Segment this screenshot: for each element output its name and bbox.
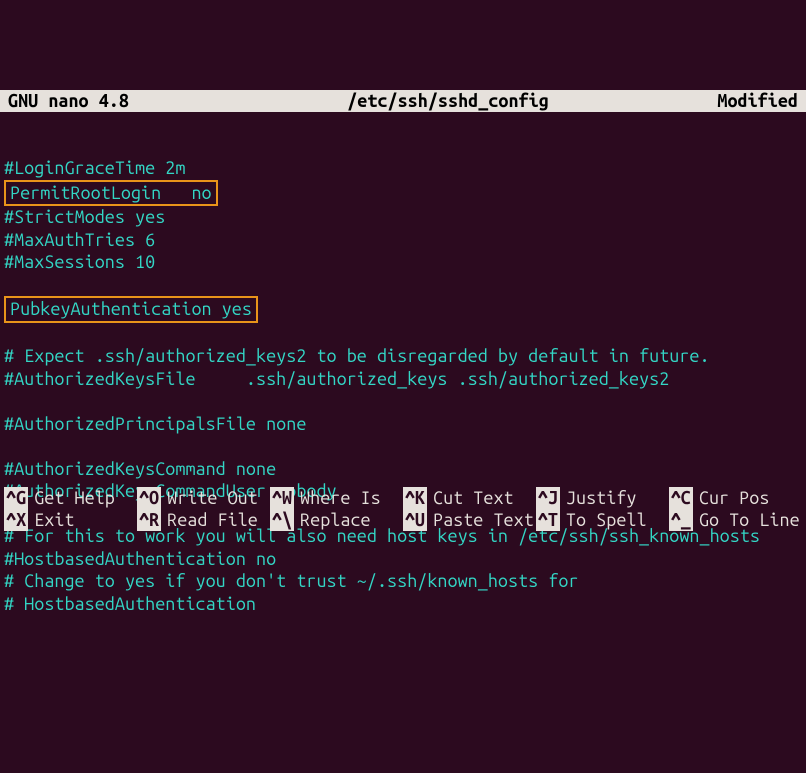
shortcut-item[interactable]: ^\ Replace xyxy=(270,509,403,531)
shortcut-item[interactable]: ^X Exit xyxy=(4,509,137,531)
config-line xyxy=(4,390,802,413)
shortcut-key: ^O xyxy=(137,487,161,510)
config-line: #AuthorizedPrincipalsFile none xyxy=(4,413,802,436)
config-line: # Expect .ssh/authorized_keys2 to be dis… xyxy=(4,345,802,368)
shortcut-item[interactable]: ^W Where Is xyxy=(270,487,403,509)
shortcut-label: Cur Pos xyxy=(699,487,770,510)
editor-area[interactable]: #LoginGraceTime 2mPermitRootLogin no#Str… xyxy=(0,157,806,615)
shortcut-item[interactable]: ^U Paste Text xyxy=(403,509,536,531)
shortcut-key: ^_ xyxy=(669,509,693,532)
shortcut-label: Read File xyxy=(167,509,258,532)
shortcut-label: Cut Text xyxy=(433,487,514,510)
config-line: #StrictModes yes xyxy=(4,206,802,229)
shortcut-label: Exit xyxy=(34,509,74,532)
shortcut-label: Justify xyxy=(566,487,637,510)
title-bar: GNU nano 4.8 /etc/ssh/sshd_config Modifi… xyxy=(0,90,806,112)
shortcut-item[interactable]: ^_ Go To Line xyxy=(669,509,802,531)
shortcut-item[interactable]: ^J Justify xyxy=(536,487,669,509)
modified-status: Modified xyxy=(696,90,806,113)
shortcut-key: ^J xyxy=(536,487,560,510)
highlighted-config-line: PubkeyAuthentication yes xyxy=(4,296,258,323)
config-line: #LoginGraceTime 2m xyxy=(4,157,802,180)
config-line: #AuthorizedKeysCommand none xyxy=(4,458,802,481)
shortcut-item[interactable]: ^R Read File xyxy=(137,509,270,531)
shortcut-key: ^K xyxy=(403,487,427,510)
shortcut-bar: ^G Get Help ^O Write Out ^W Where Is ^K Cut Tex… xyxy=(0,487,806,533)
config-line: #HostbasedAuthentication no xyxy=(4,548,802,571)
highlighted-config-line: PermitRootLogin no xyxy=(4,180,218,207)
config-line xyxy=(4,323,802,346)
shortcut-item[interactable]: ^C Cur Pos xyxy=(669,487,802,509)
config-line xyxy=(4,435,802,458)
shortcut-item[interactable]: ^K Cut Text xyxy=(403,487,536,509)
shortcut-key: ^C xyxy=(669,487,693,510)
shortcut-label: Where Is xyxy=(300,487,381,510)
shortcut-key: ^X xyxy=(4,509,28,532)
shortcut-label: Go To Line xyxy=(699,509,800,532)
app-name: GNU nano 4.8 xyxy=(0,90,200,113)
shortcut-key: ^T xyxy=(536,509,560,532)
shortcut-label: Paste Text xyxy=(433,509,534,532)
shortcut-item[interactable]: ^O Write Out xyxy=(137,487,270,509)
shortcut-label: Get Help xyxy=(34,487,115,510)
shortcut-item[interactable]: ^T To Spell xyxy=(536,509,669,531)
config-line xyxy=(4,274,802,297)
shortcut-key: ^G xyxy=(4,487,28,510)
shortcut-key: ^R xyxy=(137,509,161,532)
shortcut-label: Write Out xyxy=(167,487,258,510)
shortcut-key: ^W xyxy=(270,487,294,510)
file-path: /etc/ssh/sshd_config xyxy=(200,90,696,113)
shortcut-label: To Spell xyxy=(566,509,647,532)
shortcut-label: Replace xyxy=(300,509,371,532)
config-line: # Change to yes if you don't trust ~/.ss… xyxy=(4,570,802,593)
shortcut-item[interactable]: ^G Get Help xyxy=(4,487,137,509)
config-line: #MaxAuthTries 6 xyxy=(4,229,802,252)
shortcut-key: ^U xyxy=(403,509,427,532)
config-line: # HostbasedAuthentication xyxy=(4,593,802,616)
config-line: #AuthorizedKeysFile .ssh/authorized_keys… xyxy=(4,368,802,391)
shortcut-key: ^\ xyxy=(270,509,294,532)
config-line: #MaxSessions 10 xyxy=(4,251,802,274)
